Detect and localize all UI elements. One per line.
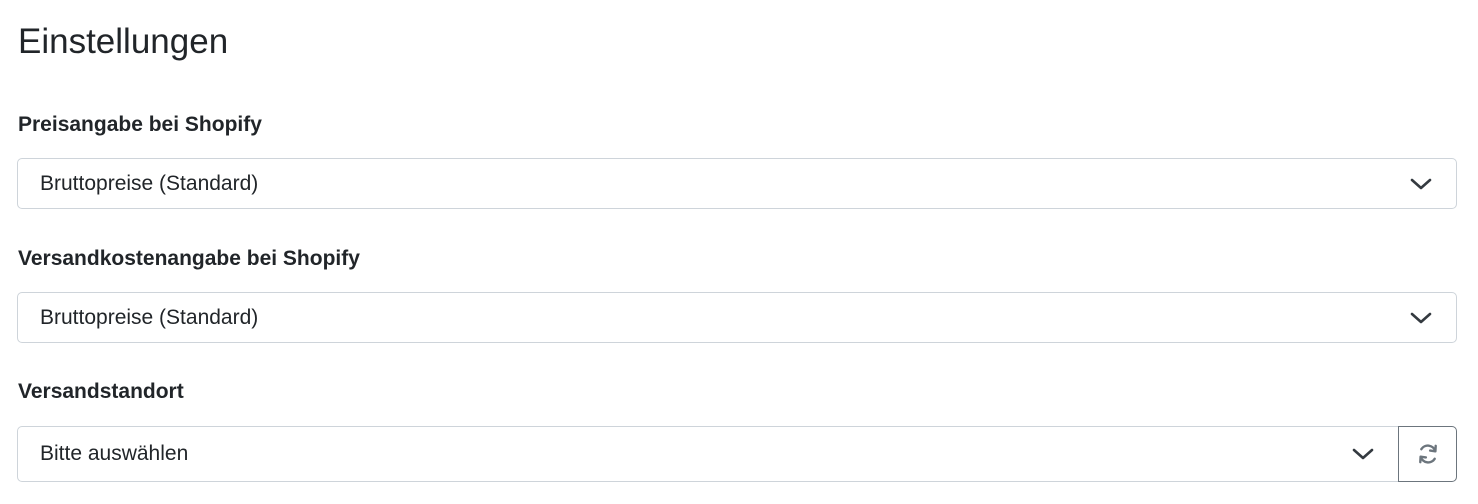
refresh-icon [1416,442,1440,466]
chevron-down-icon [1352,447,1374,461]
shipping-cost-display-selected-value: Bruttopreise (Standard) [40,305,259,329]
chevron-down-icon [1410,311,1432,325]
shipping-location-select[interactable]: Bitte auswählen [17,426,1399,482]
shipping-location-selected-value: Bitte auswählen [40,442,189,465]
refresh-shipping-locations-button[interactable] [1398,426,1457,482]
chevron-down-icon [1410,177,1432,191]
price-display-label: Preisangabe bei Shopify [18,113,262,136]
shipping-cost-display-label: Versandkostenangabe bei Shopify [18,247,360,270]
page-title: Einstellungen [18,22,229,61]
price-display-select[interactable]: Bruttopreise (Standard) [17,158,1457,209]
shipping-cost-display-select[interactable]: Bruttopreise (Standard) [17,292,1457,343]
price-display-selected-value: Bruttopreise (Standard) [40,171,259,195]
shipping-location-label: Versandstandort [18,380,184,403]
settings-page: Einstellungen Preisangabe bei Shopify Br… [0,0,1478,504]
